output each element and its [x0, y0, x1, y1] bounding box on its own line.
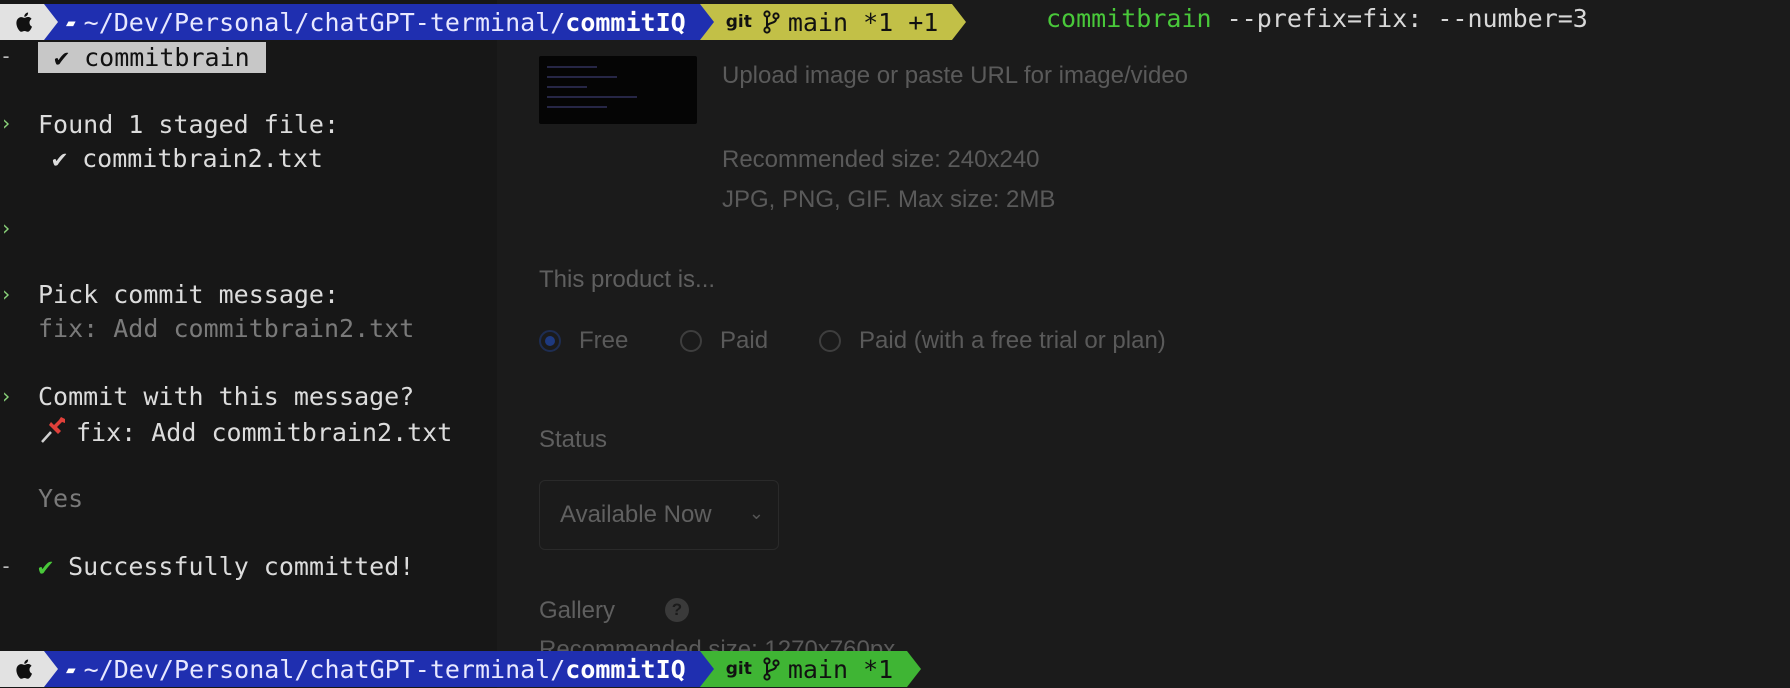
git-status-segment: git main *1 [713, 651, 908, 687]
radio-unselected-icon [819, 330, 841, 352]
background-product-form: Upload image or paste URL for image/vide… [497, 0, 1790, 688]
pricing-label: This product is... [539, 266, 716, 293]
terminal-output: - ✔ commitbrain › Found 1 staged file: ✔… [0, 0, 497, 688]
confirm-prompt: Commit with this message? [38, 382, 415, 411]
pricing-radio-paid[interactable]: Paid [680, 327, 768, 355]
confirm-message: fix: Add commitbrain2.txt [38, 416, 452, 450]
folder-icon: ▰ [66, 12, 76, 32]
command-name: commitbrain [1046, 4, 1212, 33]
pricing-radio-paid-trial[interactable]: Paid (with a free trial or plan) [819, 327, 1166, 355]
recommended-size-hint: Recommended size: 240x240 [722, 146, 1040, 173]
radio-selected-icon [539, 330, 561, 352]
check-icon: ✔ [38, 552, 54, 581]
apple-icon [0, 4, 44, 40]
gallery-label: Gallery [539, 597, 616, 624]
thumbnail-preview [539, 56, 697, 124]
status-select[interactable]: Available Now ⌄ [539, 480, 779, 550]
path-segment: ▰ ~/Dev/Personal/chatGPT-terminal/commit… [58, 651, 700, 687]
command-args: --prefix=fix: --number=3 [1211, 4, 1588, 33]
staged-files-header: Found 1 staged file: [38, 110, 340, 139]
git-icon: git [725, 12, 752, 32]
pick-message-prompt: Pick commit message: [38, 280, 340, 309]
radio-unselected-icon [680, 330, 702, 352]
status-label: Status [539, 426, 608, 453]
prompt-top: ▰ ~/Dev/Personal/chatGPT-terminal/commit… [0, 4, 967, 40]
folder-icon: ▰ [66, 659, 76, 679]
pick-message-value: fix: Add commitbrain2.txt [38, 314, 415, 343]
success-message: ✔ Successfully committed! [38, 552, 415, 581]
git-branch-icon [762, 10, 780, 34]
pricing-radio-free[interactable]: Free [539, 327, 628, 355]
staged-file-item: ✔ commitbrain2.txt [52, 144, 323, 173]
command-input[interactable]: commitbrain --prefix=fix: --number=3 [1046, 4, 1588, 33]
path-segment: ▰ ~/Dev/Personal/chatGPT-terminal/commit… [58, 4, 700, 40]
apple-icon [0, 651, 44, 687]
upload-hint: Upload image or paste URL for image/vide… [722, 62, 1189, 89]
git-icon: git [725, 659, 752, 679]
chevron-right-icon: › [0, 216, 13, 240]
gutter-dash: - [0, 44, 13, 68]
gutter-dash: - [0, 554, 13, 578]
confirm-answer: Yes [38, 484, 84, 513]
chevron-right-icon: › [0, 384, 13, 408]
help-icon[interactable]: ? [665, 598, 689, 622]
file-format-hint: JPG, PNG, GIF. Max size: 2MB [722, 186, 1056, 213]
task-label: ✔ commitbrain [38, 42, 266, 73]
prompt-bottom: ▰ ~/Dev/Personal/chatGPT-terminal/commit… [0, 651, 922, 687]
pushpin-icon [38, 416, 68, 450]
chevron-down-icon: ⌄ [748, 503, 764, 523]
git-branch-icon [762, 657, 780, 681]
chevron-right-icon: › [0, 282, 13, 306]
git-status-segment: git main *1 +1 [713, 4, 953, 40]
chevron-right-icon: › [0, 111, 13, 135]
